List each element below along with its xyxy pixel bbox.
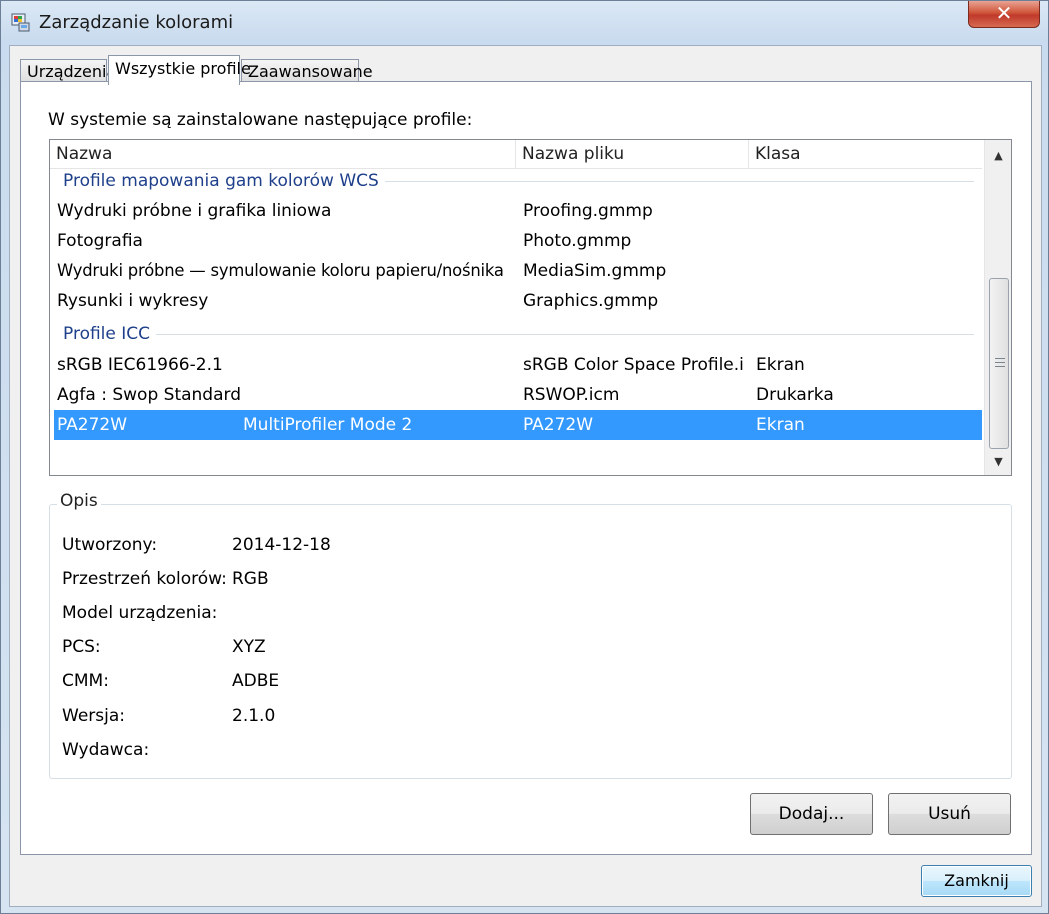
prop-created-value: 2014-12-18 — [232, 535, 331, 555]
prop-version-label: Wersja: — [62, 706, 125, 726]
cell-name: Rysunki i wykresy — [57, 291, 209, 311]
scroll-down-arrow-icon[interactable]: ▼ — [985, 448, 1011, 475]
group-title: Profile mapowania gam kolorów WCS — [63, 171, 385, 191]
tab-all-profiles[interactable]: Wszystkie profile — [108, 55, 251, 85]
list-item[interactable]: Rysunki i wykresy Graphics.gmmp — [50, 286, 982, 316]
list-item[interactable]: Wydruki próbne i grafika liniowa Proofin… — [50, 196, 982, 226]
description-groupbox: Opis Utworzony: 2014-12-18 Przestrzeń ko… — [49, 491, 1012, 779]
list-header: Nazwa Nazwa pliku Klasa — [50, 140, 982, 169]
list-item-selected[interactable]: PA272W MultiProfiler Mode 2 PA272W Ekran — [54, 410, 982, 440]
title-bar[interactable]: Zarządzanie kolorami ✕ — [1, 1, 1048, 45]
list-body: Profile mapowania gam kolorów WCS Wydruk… — [50, 169, 982, 475]
cell-filename: MediaSim.gmmp — [523, 261, 667, 281]
cell-class — [756, 256, 978, 286]
color-management-window: Zarządzanie kolorami ✕ Urządzenia Wszyst… — [0, 0, 1049, 914]
group-header-wcs[interactable]: Profile mapowania gam kolorów WCS — [50, 169, 982, 197]
cell-filename: Proofing.gmmp — [523, 201, 653, 221]
list-item[interactable]: Agfa : Swop Standard RSWOP.icm Drukarka — [50, 380, 982, 410]
cell-name: Fotografia — [57, 231, 143, 251]
cell-filename: PA272W — [523, 415, 594, 435]
prop-cmm-value: ADBE — [232, 671, 280, 691]
grip-line — [995, 358, 1005, 359]
cell-name: Wydruki próbne — symulowanie koloru papi… — [57, 261, 504, 280]
cell-class: Drukarka — [756, 385, 834, 405]
close-dialog-button[interactable]: Zamknij — [921, 865, 1032, 897]
prop-cmm-label: CMM: — [62, 671, 109, 691]
dialog-client: Urządzenia Wszystkie profile Zaawansowan… — [9, 45, 1042, 907]
cell-name-model: PA272W — [57, 415, 128, 435]
cell-filename: Graphics.gmmp — [523, 291, 659, 311]
group-divider — [63, 334, 974, 335]
prop-pcs-label: PCS: — [62, 637, 101, 657]
cell-filename: sRGB Color Space Profile.i... — [523, 355, 745, 375]
window-title: Zarządzanie kolorami — [39, 12, 234, 33]
cell-filename: Photo.gmmp — [523, 231, 632, 251]
column-header-class[interactable]: Klasa — [749, 140, 982, 169]
column-header-filename[interactable]: Nazwa pliku — [516, 140, 749, 169]
prop-pcs-value: XYZ — [232, 637, 266, 657]
prop-colorspace-value: RGB — [232, 569, 269, 589]
remove-profile-button[interactable]: Usuń — [888, 793, 1011, 835]
close-icon: ✕ — [995, 1, 1013, 25]
cell-class: Ekran — [756, 355, 805, 375]
description-title: Opis — [57, 491, 101, 511]
all-profiles-panel: W systemie są zainstalowane następujące … — [20, 81, 1032, 855]
color-management-icon — [11, 13, 30, 32]
grip-line — [995, 362, 1005, 363]
cell-class — [756, 286, 978, 316]
tab-devices-label: Urządzenia — [27, 62, 117, 81]
tab-all-profiles-label: Wszystkie profile — [115, 59, 251, 78]
prop-publisher-label: Wydawca: — [62, 740, 150, 760]
list-item[interactable]: sRGB IEC61966-2.1 sRGB Color Space Profi… — [50, 350, 982, 380]
window-close-button[interactable]: ✕ — [968, 1, 1040, 28]
cell-filename: RSWOP.icm — [523, 385, 620, 405]
scroll-thumb[interactable] — [989, 278, 1009, 449]
profiles-intro-text: W systemie są zainstalowane następujące … — [48, 110, 473, 130]
prop-colorspace-label: Przestrzeń kolorów: — [62, 569, 227, 589]
cell-name: Wydruki próbne i grafika liniowa — [57, 201, 332, 221]
list-item[interactable]: Wydruki próbne — symulowanie koloru papi… — [50, 256, 982, 286]
cell-class: Ekran — [756, 415, 805, 435]
scroll-up-arrow-icon[interactable]: ▲ — [985, 142, 1011, 169]
grip-line — [995, 366, 1005, 367]
cell-class — [756, 196, 978, 226]
cell-name: sRGB IEC61966-2.1 — [57, 355, 223, 375]
prop-version-value: 2.1.0 — [232, 706, 276, 726]
group-header-icc[interactable]: Profile ICC — [50, 322, 982, 350]
group-title: Profile ICC — [63, 324, 157, 344]
add-profile-button[interactable]: Dodaj... — [750, 793, 873, 835]
list-item[interactable]: Fotografia Photo.gmmp — [50, 226, 982, 256]
profiles-list[interactable]: Nazwa Nazwa pliku Klasa Profile mapowani… — [49, 139, 1012, 476]
tab-advanced-label: Zaawansowane — [248, 62, 373, 81]
prop-created-label: Utworzony: — [62, 535, 158, 555]
prop-device-model-label: Model urządzenia: — [62, 603, 218, 623]
cell-name-mode: MultiProfiler Mode 2 — [243, 415, 413, 435]
cell-name: Agfa : Swop Standard — [57, 385, 241, 405]
column-header-name[interactable]: Nazwa — [50, 140, 516, 169]
list-scrollbar[interactable]: ▲ ▼ — [984, 140, 1011, 475]
cell-class — [756, 226, 978, 256]
